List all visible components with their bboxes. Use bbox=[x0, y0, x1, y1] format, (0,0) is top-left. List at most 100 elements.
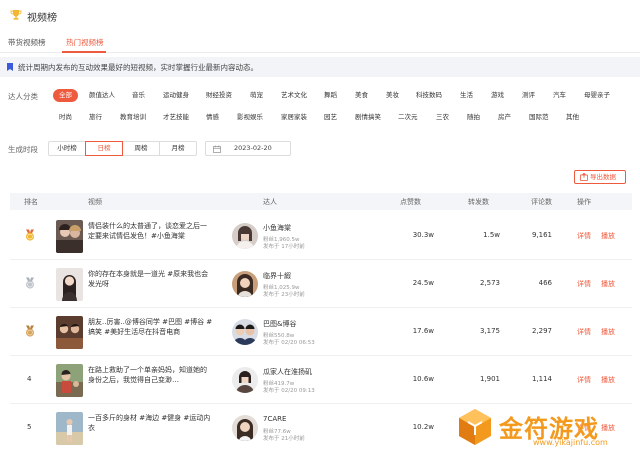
comments-count: 466 bbox=[538, 279, 552, 287]
ranking-tabs: 带货视频榜 热门视频榜 bbox=[0, 33, 640, 53]
influencer-name[interactable]: 瓜家人在淮扬矶 bbox=[263, 367, 312, 377]
tab-hot-video[interactable]: 热门视频榜 bbox=[66, 37, 104, 48]
period-weekly[interactable]: 周榜 bbox=[122, 141, 160, 156]
video-thumbnail[interactable] bbox=[56, 220, 83, 253]
category-chip[interactable]: 颜值达人 bbox=[83, 89, 121, 102]
calendar-icon bbox=[213, 145, 221, 153]
category-chip[interactable]: 全部 bbox=[53, 89, 78, 102]
video-thumbnail[interactable] bbox=[56, 364, 83, 397]
category-chip[interactable]: 生活 bbox=[454, 89, 479, 102]
influencer-avatar[interactable] bbox=[232, 367, 258, 393]
publish-time: 发布于 02/20 09:13 bbox=[263, 388, 315, 394]
category-chip[interactable]: 游戏 bbox=[485, 89, 510, 102]
video-title[interactable]: 朋友..厉害..@博谷同学 #巴图 #博谷 #搞笑 #美好生活尽在抖音电商 bbox=[88, 317, 213, 337]
header-video: 视频 bbox=[88, 198, 102, 206]
gold-medal-icon bbox=[26, 229, 34, 241]
category-chip[interactable]: 三农 bbox=[430, 111, 455, 124]
publish-time: 发布于 23小时前 bbox=[263, 292, 305, 298]
video-title[interactable]: 一百多斤的身材 #海边 #健身 #运动内衣 bbox=[88, 413, 213, 433]
category-chip[interactable]: 剧情搞笑 bbox=[349, 111, 387, 124]
category-chip[interactable]: 家居家装 bbox=[275, 111, 313, 124]
category-chip[interactable]: 影视娱乐 bbox=[231, 111, 269, 124]
video-title[interactable]: 情侣装什么的太普通了，谈恋爱之后一定要来试情侣发色！#小鱼海棠 bbox=[88, 221, 213, 241]
notice-text: 统计周期内发布的互动效果最好的短视频，实时掌握行业最新内容动态。 bbox=[18, 63, 258, 72]
detail-link[interactable]: 详情 bbox=[577, 279, 591, 289]
header-rank: 排名 bbox=[24, 198, 38, 206]
category-chip[interactable]: 其他 bbox=[560, 111, 585, 124]
category-chip[interactable]: 随拍 bbox=[461, 111, 486, 124]
video-thumbnail[interactable] bbox=[56, 412, 83, 445]
category-chip[interactable]: 萌宠 bbox=[244, 89, 269, 102]
period-hourly[interactable]: 小时榜 bbox=[48, 141, 86, 156]
period-filter-label: 生成时段 bbox=[8, 145, 38, 154]
header-comments[interactable]: 评论数 bbox=[531, 197, 552, 207]
notice-bar: 统计周期内发布的互动效果最好的短视频，实时掌握行业最新内容动态。 bbox=[0, 57, 640, 77]
category-chip[interactable]: 测评 bbox=[516, 89, 541, 102]
play-link[interactable]: 播放 bbox=[601, 327, 615, 337]
likes-count: 10.2w bbox=[412, 423, 434, 431]
category-chip[interactable]: 二次元 bbox=[392, 111, 424, 124]
influencer-avatar[interactable] bbox=[232, 223, 258, 249]
likes-count: 24.5w bbox=[412, 279, 434, 287]
category-chip[interactable]: 財经投资 bbox=[200, 89, 238, 102]
category-chip[interactable]: 旅行 bbox=[83, 111, 108, 124]
category-chip[interactable]: 才艺技能 bbox=[157, 111, 195, 124]
likes-count: 17.6w bbox=[412, 327, 434, 335]
category-filter-label: 达人分类 bbox=[8, 92, 38, 101]
comments-count: 9,161 bbox=[531, 231, 552, 239]
period-monthly[interactable]: 月榜 bbox=[159, 141, 197, 156]
export-data-button[interactable]: 导出数据 bbox=[574, 170, 626, 184]
watermark-url: www.yikajinfu.com bbox=[533, 438, 608, 447]
category-chip[interactable]: 房产 bbox=[492, 111, 517, 124]
category-chip[interactable]: 科技数码 bbox=[410, 89, 448, 102]
detail-link[interactable]: 详情 bbox=[577, 327, 591, 337]
table-row: 情侣装什么的太普通了，谈恋爱之后一定要来试情侣发色！#小鱼海棠 小鱼海棠 粉丝1… bbox=[10, 212, 632, 260]
category-chip[interactable]: 汽车 bbox=[547, 89, 572, 102]
video-thumbnail[interactable] bbox=[56, 316, 83, 349]
likes-count: 30.3w bbox=[412, 231, 434, 239]
category-chip[interactable]: 艺术文化 bbox=[275, 89, 313, 102]
video-title[interactable]: 你的存在本身就是一道光 #原来我也会发光呀 bbox=[88, 269, 213, 289]
category-chip[interactable]: 园艺 bbox=[318, 111, 343, 124]
category-chip[interactable]: 母婴亲子 bbox=[578, 89, 616, 102]
play-link[interactable]: 播放 bbox=[601, 279, 615, 289]
category-chip[interactable]: 运动健身 bbox=[157, 89, 195, 102]
category-chip[interactable]: 情感 bbox=[200, 111, 225, 124]
trophy-icon bbox=[10, 10, 22, 20]
influencer-avatar[interactable] bbox=[232, 271, 258, 297]
header-likes[interactable]: 点赞数 bbox=[400, 197, 421, 207]
shares-count: 2,573 bbox=[479, 279, 500, 287]
likes-count: 10.6w bbox=[412, 375, 434, 383]
video-thumbnail[interactable] bbox=[56, 268, 83, 301]
detail-link[interactable]: 详情 bbox=[577, 231, 591, 241]
tab-sales-video[interactable]: 带货视频榜 bbox=[8, 37, 46, 48]
influencer-name[interactable]: 临界十縀 bbox=[263, 271, 291, 281]
category-chip[interactable]: 教育培训 bbox=[114, 111, 152, 124]
influencer-name[interactable]: 巴图&博谷 bbox=[263, 319, 296, 329]
category-chip[interactable]: 国际范 bbox=[523, 111, 555, 124]
detail-link[interactable]: 详情 bbox=[577, 375, 591, 385]
period-daily[interactable]: 日榜 bbox=[85, 141, 123, 156]
publish-time: 发布于 21小时前 bbox=[263, 436, 305, 442]
bronze-medal-icon bbox=[26, 325, 34, 337]
category-chip[interactable]: 时尚 bbox=[53, 111, 78, 124]
category-chip[interactable]: 音乐 bbox=[126, 89, 151, 102]
video-title[interactable]: 在路上救助了一个单亲妈妈，知道她的身份之后，我觉得自己变渺… bbox=[88, 365, 213, 385]
shares-count: 3,175 bbox=[479, 327, 500, 335]
category-chip[interactable]: 舞蹈 bbox=[318, 89, 343, 102]
category-chip[interactable]: 美妆 bbox=[380, 89, 405, 102]
publish-time: 发布于 17小时前 bbox=[263, 244, 305, 250]
active-tab-indicator bbox=[62, 51, 106, 53]
date-picker[interactable]: 2023-02-20 bbox=[205, 141, 291, 156]
influencer-name[interactable]: 小鱼海棠 bbox=[263, 223, 291, 233]
shares-count: 1.5w bbox=[483, 231, 500, 239]
influencer-avatar[interactable] bbox=[232, 319, 258, 345]
influencer-avatar[interactable] bbox=[232, 415, 258, 441]
play-link[interactable]: 播放 bbox=[601, 375, 615, 385]
play-link[interactable]: 播放 bbox=[601, 231, 615, 241]
influencer-name[interactable]: 7CARE bbox=[263, 415, 286, 423]
table-row: 4 在路上救助了一个单亲妈妈，知道她的身份之后，我觉得自己变渺… 瓜家人在淮扬矶… bbox=[10, 356, 632, 404]
header-shares[interactable]: 转发数 bbox=[468, 197, 489, 207]
category-chip[interactable]: 美食 bbox=[349, 89, 374, 102]
table-row: 你的存在本身就是一道光 #原来我也会发光呀 临界十縀 粉丝1,025.9w 发布… bbox=[10, 260, 632, 308]
